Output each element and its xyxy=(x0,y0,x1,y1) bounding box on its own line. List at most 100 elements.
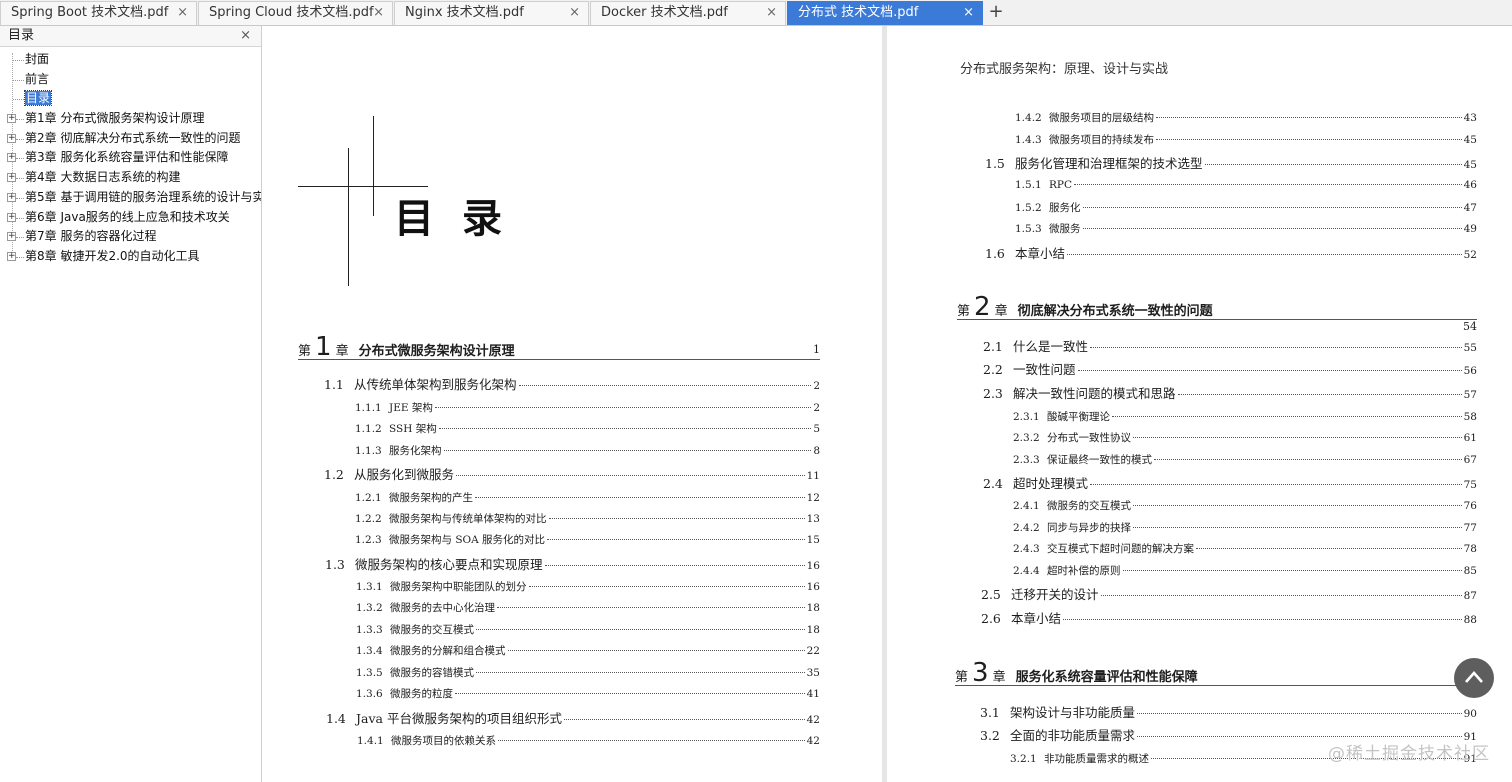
toc-entry[interactable]: 2.5 迁移开关的设计 87 xyxy=(981,584,1477,603)
outline-item-cover[interactable]: 封面 xyxy=(0,50,261,70)
toc-entry-page: 18 xyxy=(806,602,820,614)
toc-entry-number: 1.3.3 xyxy=(356,624,383,636)
tab-distributed[interactable]: 分布式 技术文档.pdf × xyxy=(787,1,983,25)
toc-entry[interactable]: 2.1 什么是一致性 55 xyxy=(983,336,1477,355)
toc-entry[interactable]: 1.4.3 微服务项目的持续发布 45 xyxy=(1015,132,1477,147)
toc-entry-page: 16 xyxy=(806,560,820,572)
outline-item-chapter-4[interactable]: + 第4章 大数据日志系统的构建 xyxy=(0,168,261,188)
toc-entry-number: 2.5 xyxy=(981,587,1001,602)
toc-entry[interactable]: 1.2.1 微服务架构的产生 12 xyxy=(355,490,820,505)
outline-item-preface[interactable]: 前言 xyxy=(0,70,261,90)
toc-entry-title: 同步与异步的抉择 xyxy=(1047,522,1131,534)
toc-entry[interactable]: 1.4 Java 平台微服务架构的项目组织形式 42 xyxy=(326,708,820,727)
close-tab-icon[interactable]: × xyxy=(766,2,777,24)
outline-item-chapter-5[interactable]: + 第5章 基于调用链的服务治理系统的设计与实 xyxy=(0,188,261,208)
toc-entry-page: 57 xyxy=(1463,389,1477,401)
outline-item-chapter-6[interactable]: + 第6章 Java服务的线上应急和技术攻关 xyxy=(0,208,261,228)
toc-entry-page: 61 xyxy=(1463,432,1477,444)
toc-entry[interactable]: 1.1.3 服务化架构 8 xyxy=(355,443,820,458)
toc-entry[interactable]: 2.2 一致性问题 56 xyxy=(983,359,1477,378)
toc-entry-title: 微服务架构中职能团队的划分 xyxy=(390,581,527,593)
toc-entry[interactable]: 2.6 本章小结 88 xyxy=(981,608,1477,627)
toc-entry[interactable]: 1.6 本章小结 52 xyxy=(985,243,1477,262)
toc-entry[interactable]: 2.3.3 保证最终一致性的模式 67 xyxy=(1013,452,1477,467)
outline-item-contents[interactable]: 目录 xyxy=(0,89,261,109)
expand-plus-icon[interactable]: + xyxy=(7,192,16,202)
close-tab-icon[interactable]: × xyxy=(963,2,974,24)
expand-plus-icon[interactable]: + xyxy=(7,232,16,242)
tab-nginx[interactable]: Nginx 技术文档.pdf × xyxy=(394,1,589,25)
outline-item-chapter-1[interactable]: + 第1章 分布式微服务架构设计原理 xyxy=(0,109,261,129)
toc-entry[interactable]: 1.3.5 微服务的容错模式 35 xyxy=(356,665,820,680)
toc-entry[interactable]: 1.3.4 微服务的分解和组合模式 22 xyxy=(356,643,820,658)
toc-entry[interactable]: 1.2 从服务化到微服务 11 xyxy=(324,464,820,483)
toc-entry[interactable]: 1.3.6 微服务的粒度 41 xyxy=(356,686,820,701)
toc-entry-number: 1.3 xyxy=(325,557,345,572)
toc-sidebar: 目录 × 封面 前言 目录 + 第1章 分布式微服务架构设计原理 + 第2章 彻… xyxy=(0,26,262,782)
toc-entry[interactable]: 2.3 解决一致性问题的模式和思路 57 xyxy=(983,383,1477,402)
toc-entry[interactable]: 1.1 从传统单体架构到服务化架构 2 xyxy=(324,374,820,393)
toc-entry-page: 2 xyxy=(813,380,820,392)
tree-connector xyxy=(16,178,24,180)
toc-entry[interactable]: 1.5.1 RPC 46 xyxy=(1015,179,1477,191)
toc-entry[interactable]: 2.4 超时处理模式 75 xyxy=(983,473,1477,492)
expand-plus-icon[interactable]: + xyxy=(7,133,16,143)
toc-entry-page: 5 xyxy=(813,423,820,435)
toc-entry[interactable]: 2.4.2 同步与异步的抉择 77 xyxy=(1013,520,1477,535)
toc-entry-page: 15 xyxy=(806,534,820,546)
tab-docker[interactable]: Docker 技术文档.pdf × xyxy=(590,1,786,25)
outline-item-chapter-8[interactable]: + 第8章 敏捷开发2.0的自动化工具 xyxy=(0,247,261,267)
toc-entry-title: JEE 架构 xyxy=(389,402,433,414)
tab-spring-boot[interactable]: Spring Boot 技术文档.pdf × xyxy=(0,1,197,25)
scroll-to-top-button[interactable] xyxy=(1454,658,1494,698)
outline-item-chapter-3[interactable]: + 第3章 服务化系统容量评估和性能保障 xyxy=(0,148,261,168)
toc-entry[interactable]: 2.3.2 分布式一致性协议 61 xyxy=(1013,430,1477,445)
toc-entry[interactable]: 1.3.3 微服务的交互模式 18 xyxy=(356,622,820,637)
toc-entry[interactable]: 1.1.2 SSH 架构 5 xyxy=(355,421,820,436)
toc-entry-page: 22 xyxy=(806,645,820,657)
chapter-page-number: 54 xyxy=(1463,320,1477,333)
expand-plus-icon[interactable]: + xyxy=(7,251,16,261)
toc-entry-page: 13 xyxy=(806,513,820,525)
toc-entry[interactable]: 1.5 服务化管理和治理框架的技术选型 45 xyxy=(985,153,1477,172)
toc-entry[interactable]: 1.1.1 JEE 架构 2 xyxy=(355,400,820,415)
toc-entry[interactable]: 1.3.2 微服务的去中心化治理 18 xyxy=(356,600,820,615)
expand-plus-icon[interactable]: + xyxy=(7,212,16,222)
toc-entry[interactable]: 1.3 微服务架构的核心要点和实现原理 16 xyxy=(325,554,820,573)
expand-plus-icon[interactable]: + xyxy=(7,173,16,183)
toc-entry[interactable]: 2.4.3 交互模式下超时问题的解决方案 78 xyxy=(1013,541,1477,556)
toc-entry[interactable]: 3.1 架构设计与非功能质量 90 xyxy=(980,702,1477,721)
close-tab-icon[interactable]: × xyxy=(569,2,580,24)
expand-plus-icon[interactable]: + xyxy=(7,153,16,163)
toc-entry[interactable]: 1.2.2 微服务架构与传统单体架构的对比 13 xyxy=(355,511,820,526)
toc-entry[interactable]: 1.3.1 微服务架构中职能团队的划分 16 xyxy=(356,579,820,594)
toc-entry[interactable]: 1.2.3 微服务架构与 SOA 服务化的对比 15 xyxy=(355,532,820,547)
document-viewer[interactable]: 目录 第 1 章分布式微服务架构设计原理 1 1.1 从传统单体架构到服务化架构 2 1.… xyxy=(262,26,1512,782)
tab-spring-cloud[interactable]: Spring Cloud 技术文档.pdf × xyxy=(198,1,393,25)
toc-entry[interactable]: 1.5.3 微服务 49 xyxy=(1015,221,1477,236)
toc-entry-page: 45 xyxy=(1463,134,1477,146)
toc-entry[interactable]: 1.4.1 微服务项目的依赖关系 42 xyxy=(357,733,820,748)
toc-entry[interactable]: 1.4.2 微服务项目的层级结构 43 xyxy=(1015,110,1477,125)
toc-entry-page: 41 xyxy=(806,688,820,700)
toc-entry[interactable]: 2.4.4 超时补偿的原则 85 xyxy=(1013,563,1477,578)
toc-entry-number: 1.2.1 xyxy=(355,492,382,504)
toc-entry-title: 微服务的粒度 xyxy=(390,688,453,700)
toc-entry-page: 2 xyxy=(813,402,820,414)
expand-plus-icon[interactable]: + xyxy=(7,114,16,124)
outline-item-chapter-2[interactable]: + 第2章 彻底解决分布式系统一致性的问题 xyxy=(0,129,261,149)
toc-entry-title: 微服务架构的核心要点和实现原理 xyxy=(355,557,543,572)
close-tab-icon[interactable]: × xyxy=(373,2,384,24)
new-tab-button[interactable]: + xyxy=(986,1,1006,25)
toc-entry[interactable]: 2.4.1 微服务的交互模式 76 xyxy=(1013,498,1477,513)
toc-entry[interactable]: 1.5.2 服务化 47 xyxy=(1015,200,1477,215)
outline-item-label: 封面 xyxy=(25,52,50,66)
toc-entry[interactable]: 2.3.1 酸碱平衡理论 58 xyxy=(1013,409,1477,424)
close-sidebar-icon[interactable]: × xyxy=(240,26,251,46)
pdf-page-right: 分布式服务架构：原理、设计与实战 1.4.2 微服务项目的层级结构 43 1.4.3 微… xyxy=(887,26,1512,782)
toc-entry-number: 2.1 xyxy=(983,339,1003,354)
chapter-title: 彻底解决分布式系统一致性的问题 xyxy=(1017,304,1213,319)
close-tab-icon[interactable]: × xyxy=(177,2,188,24)
outline-item-chapter-7[interactable]: + 第7章 服务的容器化过程 xyxy=(0,227,261,247)
chapter-number: 2 xyxy=(974,292,991,322)
